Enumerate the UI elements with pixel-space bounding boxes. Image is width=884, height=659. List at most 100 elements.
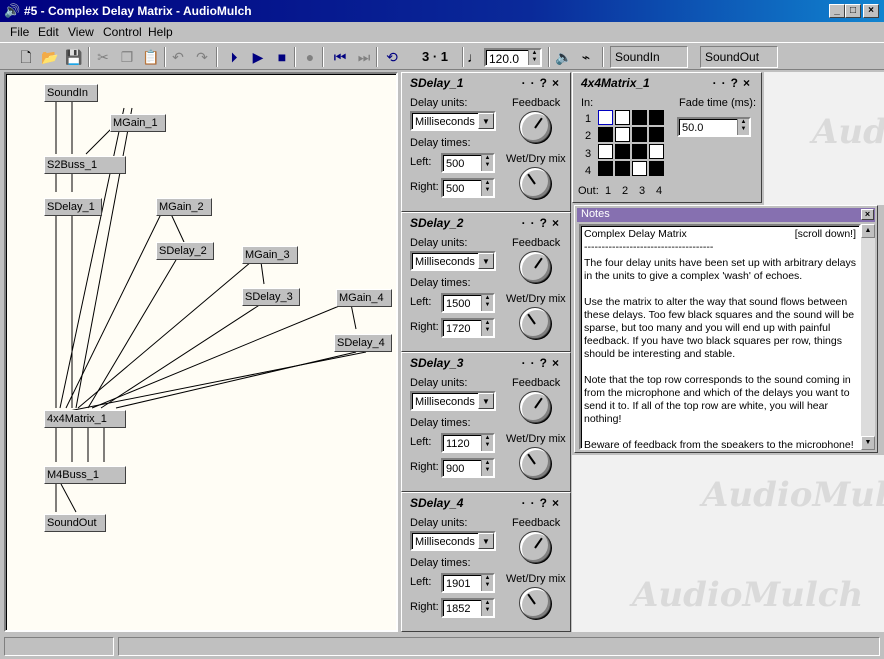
- delay-units-select[interactable]: Milliseconds ▼: [410, 251, 496, 271]
- feedback-knob[interactable]: [519, 251, 551, 283]
- dropdown-arrow-icon[interactable]: ▼: [478, 393, 494, 409]
- dropdown-arrow-icon[interactable]: ▼: [478, 113, 494, 129]
- matrix-cell[interactable]: [615, 127, 630, 142]
- paste-icon[interactable]: 📋: [141, 47, 161, 67]
- save-icon[interactable]: 💾: [64, 47, 84, 67]
- node-soundin[interactable]: SoundIn: [44, 84, 98, 102]
- right-delay-field[interactable]: 1720 ▲ ▼: [441, 318, 495, 338]
- wet-dry-knob[interactable]: [519, 587, 551, 619]
- undo-icon[interactable]: ↶: [168, 47, 188, 67]
- matrix-cell[interactable]: [598, 144, 613, 159]
- loop-icon[interactable]: ⟲: [382, 47, 402, 67]
- left-delay-spinner[interactable]: ▲ ▼: [481, 295, 493, 311]
- menu-file[interactable]: File: [10, 25, 29, 39]
- right-delay-spinner[interactable]: ▲ ▼: [481, 600, 493, 616]
- dropdown-arrow-icon[interactable]: ▼: [478, 253, 494, 269]
- matrix-cell[interactable]: [615, 144, 630, 159]
- delay-units-select[interactable]: Milliseconds ▼: [410, 391, 496, 411]
- matrix-cell[interactable]: [632, 127, 647, 142]
- panel-controls[interactable]: ··?×: [522, 76, 564, 90]
- microphone-icon[interactable]: ⌁: [576, 47, 596, 67]
- cut-icon[interactable]: ✂: [93, 47, 113, 67]
- play-icon[interactable]: ▶: [248, 47, 268, 67]
- feedback-knob[interactable]: [519, 531, 551, 563]
- matrix-cell[interactable]: [632, 144, 647, 159]
- notes-text-area[interactable]: Complex Delay Matrix [scroll down!] ----…: [579, 224, 861, 450]
- left-delay-field[interactable]: 500 ▲ ▼: [441, 153, 495, 173]
- left-delay-field[interactable]: 1120 ▲ ▼: [441, 433, 495, 453]
- dropdown-arrow-icon[interactable]: ▼: [478, 533, 494, 549]
- wet-dry-knob[interactable]: [519, 447, 551, 479]
- wet-dry-knob[interactable]: [519, 167, 551, 199]
- matrix-cell[interactable]: [649, 161, 664, 176]
- right-delay-spinner[interactable]: ▲ ▼: [481, 460, 493, 476]
- feedback-knob[interactable]: [519, 111, 551, 143]
- node-sdelay-4[interactable]: SDelay_4: [334, 334, 392, 352]
- delay-units-select[interactable]: Milliseconds ▼: [410, 531, 496, 551]
- matrix-cell[interactable]: [649, 110, 664, 125]
- fade-time-field[interactable]: 50.0 ▲ ▼: [677, 117, 751, 137]
- sound-out-device[interactable]: SoundOut: [700, 46, 778, 68]
- matrix-panel-header[interactable]: 4x4Matrix_1 ··?×: [575, 75, 759, 91]
- sound-in-device[interactable]: SoundIn: [610, 46, 688, 68]
- sdelay-panel-header[interactable]: SDelay_3 ··?×: [404, 355, 568, 371]
- sdelay-panel-header[interactable]: SDelay_4 ··?×: [404, 495, 568, 511]
- right-delay-field[interactable]: 900 ▲ ▼: [441, 458, 495, 478]
- left-delay-spinner[interactable]: ▲ ▼: [481, 575, 493, 591]
- matrix-cell[interactable]: [615, 110, 630, 125]
- scroll-down-icon[interactable]: ▼: [861, 436, 875, 450]
- matrix-cell[interactable]: [598, 161, 613, 176]
- matrix-cell[interactable]: [598, 127, 613, 142]
- delay-units-select[interactable]: Milliseconds ▼: [410, 111, 496, 131]
- left-delay-field[interactable]: 1901 ▲ ▼: [441, 573, 495, 593]
- patcher-canvas[interactable]: SoundIn MGain_1 S2Buss_1 SDelay_1 MGain_…: [4, 72, 398, 632]
- node-mgain-1[interactable]: MGain_1: [110, 114, 166, 132]
- panel-controls[interactable]: ··?×: [522, 496, 564, 510]
- right-delay-field[interactable]: 1852 ▲ ▼: [441, 598, 495, 618]
- right-delay-spinner[interactable]: ▲ ▼: [481, 180, 493, 196]
- node-4x4matrix-1[interactable]: 4x4Matrix_1: [44, 410, 126, 428]
- notes-scrollbar[interactable]: ▲ ▼: [861, 224, 875, 450]
- node-mgain-2[interactable]: MGain_2: [156, 198, 212, 216]
- maximize-button[interactable]: □: [845, 4, 861, 18]
- matrix-cell[interactable]: [598, 110, 613, 125]
- rewind-icon[interactable]: ⏮: [330, 47, 350, 67]
- panel-controls[interactable]: ··?×: [713, 76, 755, 90]
- node-sdelay-3[interactable]: SDelay_3: [242, 288, 300, 306]
- scroll-up-icon[interactable]: ▲: [861, 224, 875, 238]
- feedback-knob[interactable]: [519, 391, 551, 423]
- wet-dry-knob[interactable]: [519, 307, 551, 339]
- sdelay-panel-header[interactable]: SDelay_1 ··?×: [404, 75, 568, 91]
- node-s2buss-1[interactable]: S2Buss_1: [44, 156, 126, 174]
- notes-title-bar[interactable]: Notes ×: [577, 208, 875, 222]
- node-mgain-3[interactable]: MGain_3: [242, 246, 298, 264]
- close-button[interactable]: ×: [863, 4, 879, 18]
- matrix-cell[interactable]: [649, 144, 664, 159]
- node-mgain-4[interactable]: MGain_4: [336, 289, 392, 307]
- title-bar[interactable]: 🔊 #5 - Complex Delay Matrix - AudioMulch…: [0, 0, 884, 22]
- matrix-cell[interactable]: [632, 161, 647, 176]
- matrix-cell[interactable]: [615, 161, 630, 176]
- record-icon[interactable]: ●: [300, 47, 320, 67]
- stop-icon[interactable]: ■: [272, 47, 292, 67]
- right-delay-field[interactable]: 500 ▲ ▼: [441, 178, 495, 198]
- redo-icon[interactable]: ↷: [192, 47, 212, 67]
- node-sdelay-2[interactable]: SDelay_2: [156, 242, 214, 260]
- node-sdelay-1[interactable]: SDelay_1: [44, 198, 102, 216]
- new-file-icon[interactable]: 🗋: [16, 47, 36, 67]
- left-delay-spinner[interactable]: ▲ ▼: [481, 155, 493, 171]
- matrix-cell[interactable]: [632, 110, 647, 125]
- menu-control[interactable]: Control: [103, 25, 142, 39]
- menu-view[interactable]: View: [68, 25, 94, 39]
- bpm-spinner[interactable]: ▲ ▼: [528, 50, 540, 65]
- fade-time-spinner[interactable]: ▲ ▼: [737, 119, 749, 135]
- node-soundout[interactable]: SoundOut: [44, 514, 106, 532]
- notes-close-button[interactable]: ×: [861, 209, 874, 220]
- copy-icon[interactable]: ❐: [117, 47, 137, 67]
- play-from-start-icon[interactable]: ⏵: [224, 47, 244, 67]
- fast-forward-icon[interactable]: ⏭: [354, 47, 374, 67]
- panel-controls[interactable]: ··?×: [522, 356, 564, 370]
- menu-help[interactable]: Help: [148, 25, 173, 39]
- matrix-cell[interactable]: [649, 127, 664, 142]
- node-m4buss-1[interactable]: M4Buss_1: [44, 466, 126, 484]
